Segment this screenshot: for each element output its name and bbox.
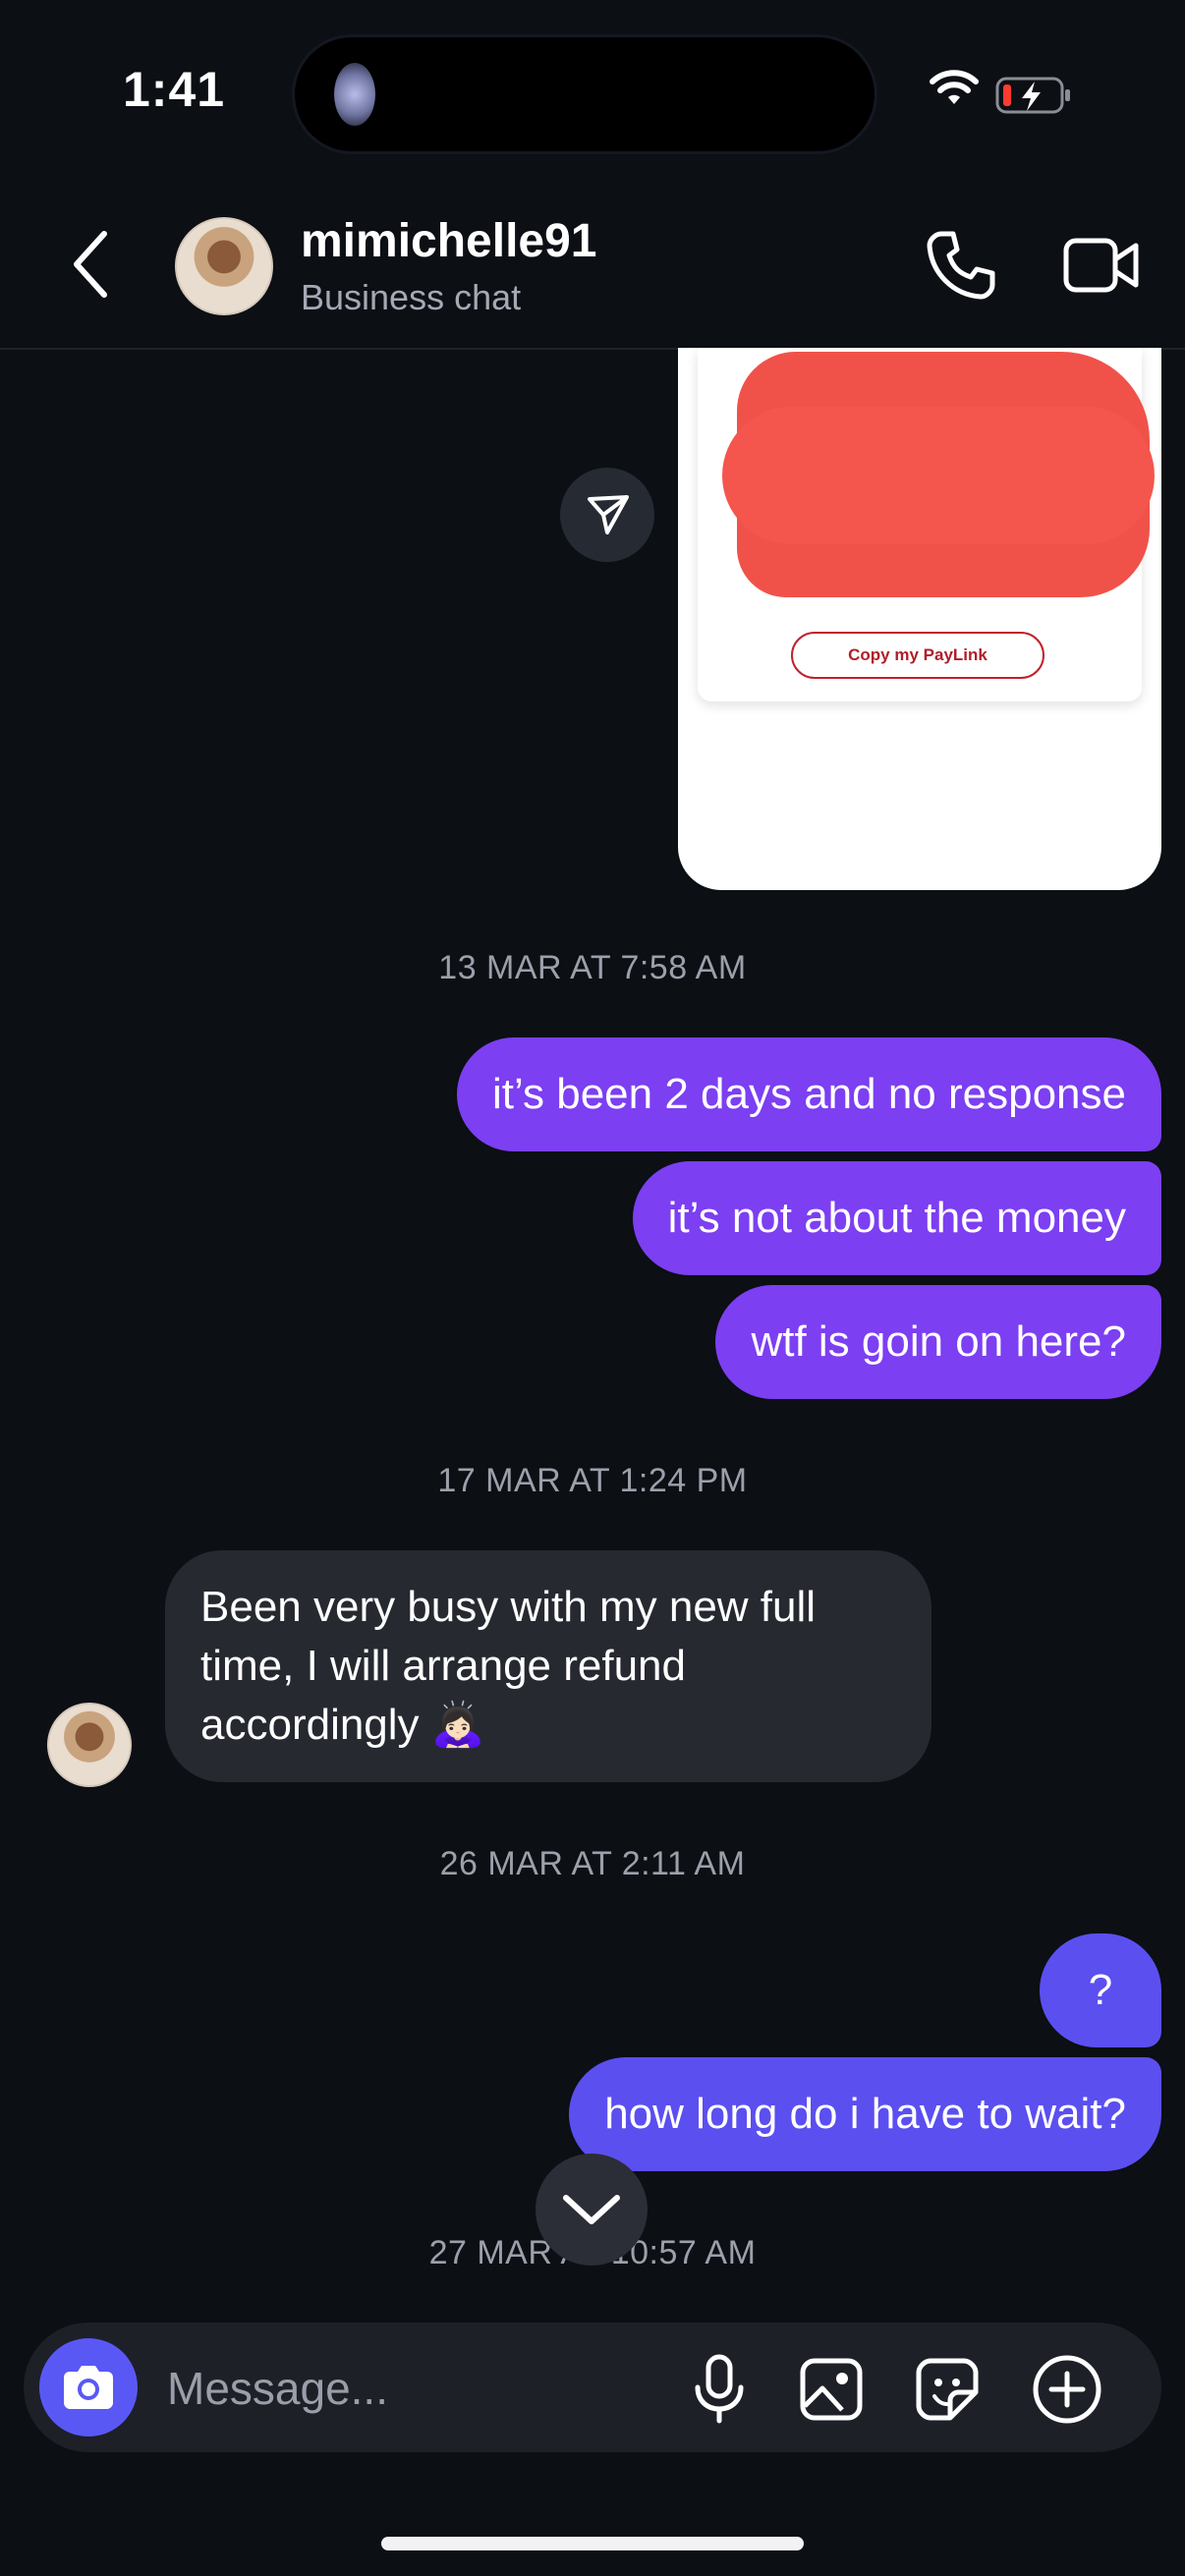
microphone-button[interactable] bbox=[684, 2354, 755, 2425]
sender-avatar[interactable] bbox=[47, 1703, 132, 1787]
received-message[interactable]: Been very busy with my new full time, I … bbox=[165, 1550, 931, 1782]
phone-icon[interactable] bbox=[924, 228, 998, 303]
paylink-card: Copy my PayLink bbox=[698, 348, 1155, 701]
camera-icon bbox=[64, 2366, 113, 2409]
plus-circle-icon bbox=[1033, 2355, 1101, 2424]
video-camera-icon[interactable] bbox=[1063, 236, 1140, 295]
flashlight-icon bbox=[334, 63, 375, 126]
message-input[interactable] bbox=[165, 2356, 680, 2421]
microphone-icon bbox=[695, 2354, 744, 2424]
sent-message[interactable]: ? bbox=[1040, 1933, 1161, 2047]
timestamp: 17 MAR AT 1:24 PM bbox=[437, 1462, 748, 1499]
sticker-icon bbox=[916, 2358, 979, 2421]
contact-avatar[interactable] bbox=[175, 217, 273, 315]
battery-charging-icon bbox=[995, 77, 1070, 114]
gallery-icon bbox=[800, 2358, 863, 2421]
sticker-button[interactable] bbox=[912, 2354, 983, 2425]
gallery-button[interactable] bbox=[796, 2354, 867, 2425]
back-chevron-icon[interactable] bbox=[69, 228, 112, 301]
share-button[interactable] bbox=[560, 468, 654, 562]
timestamp: 13 MAR AT 7:58 AM bbox=[438, 949, 747, 986]
chevron-down-icon bbox=[563, 2195, 620, 2224]
copy-paylink-button: Copy my PayLink bbox=[791, 632, 1044, 679]
redaction-scribble bbox=[722, 407, 1155, 544]
more-options-button[interactable] bbox=[1032, 2354, 1102, 2425]
scroll-to-bottom-button[interactable] bbox=[536, 2154, 648, 2266]
camera-button[interactable] bbox=[39, 2338, 138, 2436]
sent-message[interactable]: it’s not about the money bbox=[632, 1161, 1161, 1275]
shared-image-message[interactable]: Copy my PayLink bbox=[678, 348, 1161, 890]
sent-message[interactable]: it’s been 2 days and no response bbox=[457, 1037, 1161, 1151]
dynamic-island bbox=[295, 37, 875, 151]
wifi-icon bbox=[930, 70, 979, 104]
chat-type-label: Business chat bbox=[301, 277, 522, 317]
status-time: 1:41 bbox=[123, 62, 226, 117]
sent-message[interactable]: wtf is goin on here? bbox=[715, 1285, 1161, 1399]
timestamp: 26 MAR AT 2:11 AM bbox=[439, 1845, 746, 1882]
home-indicator bbox=[381, 2537, 804, 2550]
contact-username[interactable]: mimichelle91 bbox=[301, 214, 597, 268]
sent-message[interactable]: how long do i have to wait? bbox=[569, 2057, 1161, 2171]
send-icon bbox=[588, 495, 629, 534]
